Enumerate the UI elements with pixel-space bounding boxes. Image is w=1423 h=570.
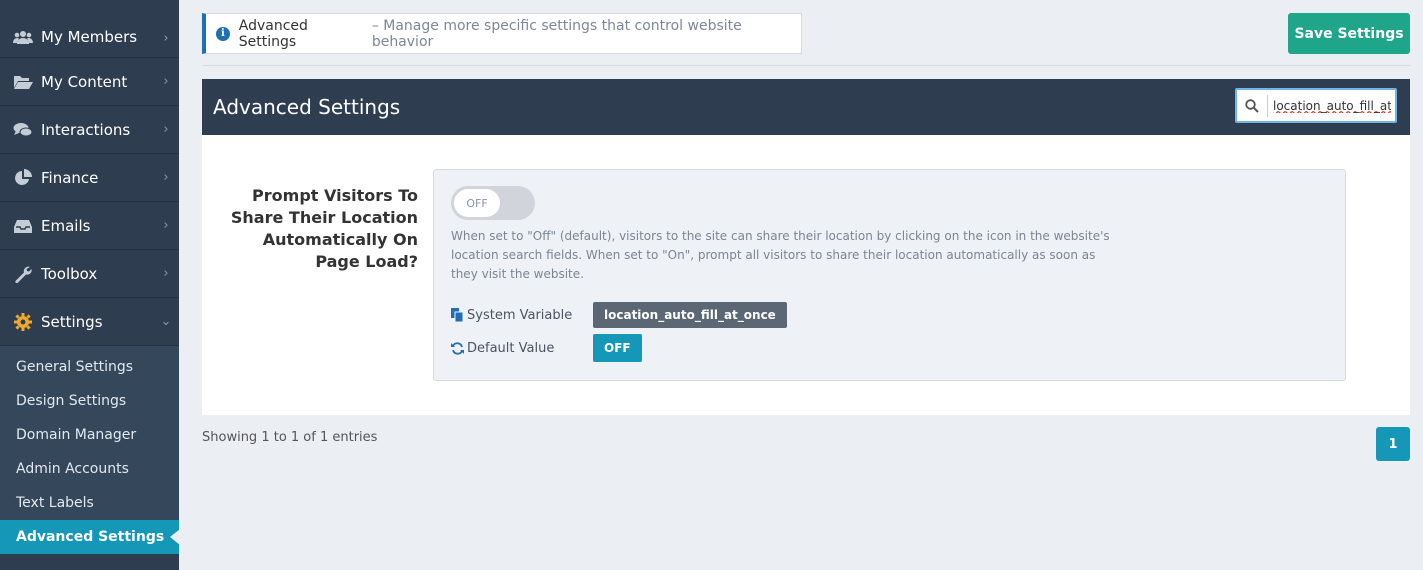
- sidebar-item-interactions[interactable]: Interactions ›: [0, 106, 179, 154]
- pagination-page-1[interactable]: 1: [1376, 427, 1410, 461]
- submenu-text-labels[interactable]: Text Labels: [0, 486, 179, 520]
- submenu-advanced-settings[interactable]: Advanced Settings: [0, 520, 180, 554]
- sidebar-item-label: Toolbox: [41, 264, 98, 283]
- chevron-down-icon: ⌄: [160, 314, 172, 329]
- panel-title: Advanced Settings: [213, 95, 401, 119]
- panel-body: Prompt Visitors To Share Their Location …: [202, 135, 1410, 415]
- sidebar-item-label: Interactions: [41, 120, 131, 139]
- sidebar-item-label: Emails: [41, 216, 91, 235]
- system-variable-row: System Variable location_auto_fill_at_on…: [451, 302, 787, 328]
- refresh-icon: [451, 341, 467, 355]
- page-title: Advanced Settings: [238, 17, 308, 50]
- chevron-right-icon: ›: [163, 74, 169, 89]
- divider: [202, 65, 1410, 66]
- setting-label: Prompt Visitors To Share Their Location …: [230, 186, 418, 271]
- search-input[interactable]: [1267, 94, 1391, 117]
- toggle-knob: OFF: [454, 189, 500, 217]
- save-settings-button[interactable]: Save Settings: [1288, 13, 1410, 54]
- system-variable-label: System Variable: [467, 307, 573, 323]
- pie-chart-icon: [12, 168, 34, 187]
- system-variable-badge: location_auto_fill_at_once: [593, 302, 787, 328]
- sidebar: My Members › My Content › Interactions ›…: [0, 0, 180, 570]
- wrench-icon: [12, 265, 34, 283]
- chevron-right-icon: ›: [163, 122, 169, 137]
- panel-header: Advanced Settings: [202, 79, 1410, 135]
- search-icon: [1237, 98, 1267, 113]
- sidebar-item-label: My Members: [41, 28, 138, 46]
- inbox-icon: [12, 217, 34, 235]
- search-box: [1235, 88, 1397, 123]
- sidebar-item-label: Finance: [41, 168, 99, 187]
- submenu-general-settings[interactable]: General Settings: [0, 350, 179, 384]
- folder-open-icon: [12, 73, 34, 91]
- setting-field: OFF When set to "Off" (default), visitor…: [433, 169, 1346, 381]
- setting-help-text: When set to "Off" (default), visitors to…: [451, 229, 1110, 281]
- page-description: – Manage more specific settings that con…: [371, 17, 742, 50]
- info-icon: i: [216, 26, 230, 41]
- settings-submenu: General Settings Design Settings Domain …: [0, 346, 180, 554]
- sidebar-item-label: Settings: [41, 312, 103, 331]
- submenu-domain-manager[interactable]: Domain Manager: [0, 418, 179, 452]
- chevron-right-icon: ›: [163, 218, 169, 233]
- comments-icon: [12, 121, 34, 139]
- chevron-right-icon: ›: [163, 266, 169, 281]
- sidebar-item-my-content[interactable]: My Content ›: [0, 58, 179, 106]
- entries-summary: Showing 1 to 1 of 1 entries: [202, 430, 378, 445]
- chevron-right-icon: ›: [163, 170, 169, 185]
- gear-icon: [12, 312, 34, 331]
- submenu-design-settings[interactable]: Design Settings: [0, 384, 179, 418]
- sidebar-item-finance[interactable]: Finance ›: [0, 154, 179, 202]
- submenu-admin-accounts[interactable]: Admin Accounts: [0, 452, 179, 486]
- location-prompt-toggle[interactable]: OFF: [451, 186, 535, 220]
- sidebar-item-toolbox[interactable]: Toolbox ›: [0, 250, 179, 298]
- default-value-badge: OFF: [593, 334, 642, 362]
- copy-icon: [451, 308, 467, 322]
- sidebar-item-my-members[interactable]: My Members ›: [0, 0, 179, 58]
- page-info-banner: i Advanced Settings – Manage more specif…: [202, 13, 802, 54]
- default-value-row: Default Value OFF: [451, 334, 642, 362]
- sidebar-item-emails[interactable]: Emails ›: [0, 202, 179, 250]
- sidebar-item-settings[interactable]: Settings ⌄: [0, 298, 179, 346]
- users-icon: [12, 28, 34, 46]
- chevron-right-icon: ›: [163, 31, 169, 46]
- sidebar-item-label: My Content: [41, 72, 128, 91]
- default-value-label: Default Value: [467, 340, 555, 356]
